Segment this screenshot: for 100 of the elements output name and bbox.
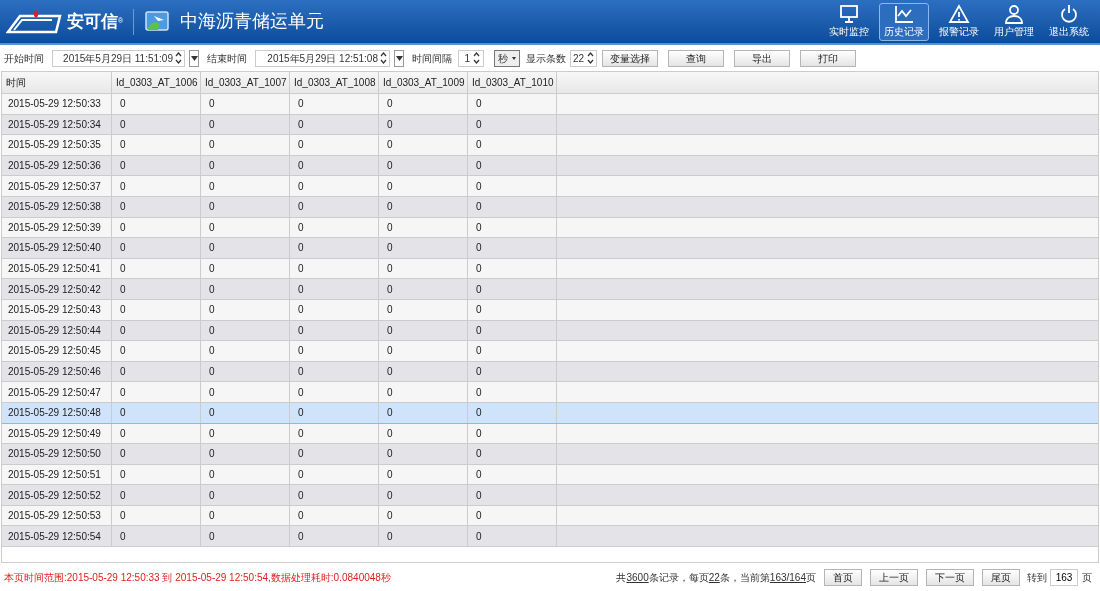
goto-label: 转到 [1027, 570, 1047, 585]
table-cell: 0 [379, 320, 468, 341]
table-cell: 0 [112, 155, 201, 176]
toolbar-button[interactable]: 查询 [668, 49, 725, 67]
pager-button[interactable]: 下一页 [926, 568, 974, 586]
table-cell: 0 [290, 94, 379, 114]
monitor-icon [838, 4, 860, 24]
table-cell: 2015-05-29 12:50:36 [2, 155, 112, 176]
spinner-arrows-icon [175, 51, 182, 65]
table-cell: 0 [290, 464, 379, 485]
table-cell: 0 [379, 196, 468, 217]
table-cell: 0 [112, 361, 201, 382]
table-cell: 2015-05-29 12:50:39 [2, 217, 112, 238]
user-icon [1003, 4, 1025, 24]
caret-icon [190, 55, 198, 61]
table-cell: 0 [468, 94, 557, 114]
table-cell: 0 [201, 505, 290, 526]
column-header: Id_0303_AT_1007 [201, 72, 290, 93]
table-cell: 0 [201, 114, 290, 135]
table-cell: 0 [201, 176, 290, 196]
table-cell: 0 [379, 279, 468, 299]
table-cell: 0 [201, 238, 290, 258]
table-cell: 0 [290, 155, 379, 176]
table-cell: 0 [379, 402, 468, 423]
table-cell: 0 [201, 341, 290, 361]
table-cell: 0 [379, 135, 468, 155]
table-cell: 0 [112, 114, 201, 135]
table-cell: 0 [112, 382, 201, 402]
start-time-label: 开始时间 [4, 51, 44, 66]
table-cell: 0 [201, 382, 290, 402]
table-cell: 0 [290, 279, 379, 299]
table-cell: 0 [290, 526, 379, 547]
brand-name: 安可信$^{®}$ [67, 10, 124, 33]
table-cell: 0 [112, 526, 201, 547]
line-chart-icon [893, 4, 915, 24]
table-cell: 0 [468, 361, 557, 382]
toolbar-button[interactable]: 导出 [734, 49, 791, 67]
column-header: Id_0303_AT_1008 [290, 72, 379, 93]
table-cell: 0 [290, 505, 379, 526]
table-cell: 0 [379, 361, 468, 382]
table-cell: 0 [468, 176, 557, 196]
pager-button[interactable]: 上一页 [870, 568, 918, 586]
table-cell: 0 [201, 135, 290, 155]
pager-button[interactable]: 尾页 [982, 568, 1020, 586]
table-cell: 2015-05-29 12:50:47 [2, 382, 112, 402]
end-time-field[interactable]: 2015年5月29日 12:51:08 [255, 49, 390, 67]
pager-button[interactable]: 首页 [824, 568, 862, 586]
table-cell: 0 [468, 444, 557, 464]
unit-select[interactable]: 秒 [494, 49, 520, 67]
table-cell: 0 [468, 238, 557, 258]
table-cell: 0 [201, 464, 290, 485]
dropdown-button[interactable] [189, 49, 199, 67]
toolbar-button[interactable]: 打印 [800, 49, 857, 67]
table-cell: 2015-05-29 12:50:45 [2, 341, 112, 361]
table-cell: 0 [112, 196, 201, 217]
table-cell: 0 [468, 423, 557, 444]
table-cell: 0 [290, 485, 379, 505]
row-count-field[interactable]: 22 [570, 49, 598, 67]
goto-page-field[interactable]: 163 [1050, 568, 1078, 586]
table-cell: 2015-05-29 12:50:52 [2, 485, 112, 505]
nav-button[interactable]: 报警记录 [934, 2, 984, 41]
toolbar-button[interactable]: 变量选择 [602, 49, 659, 67]
table-cell: 0 [290, 299, 379, 320]
app-title: 中海沥青储运单元 [180, 10, 325, 33]
table-cell: 0 [468, 320, 557, 341]
table-cell: 2015-05-29 12:50:53 [2, 505, 112, 526]
table-cell: 0 [468, 114, 557, 135]
table-cell: 0 [468, 135, 557, 155]
table-cell: 0 [290, 361, 379, 382]
start-time-field[interactable]: 2015年5月29日 11:51:09 [52, 49, 185, 67]
interval-field[interactable]: 1 [458, 49, 484, 67]
page-suffix: 页 [1082, 570, 1092, 585]
table-cell: 2015-05-29 12:50:40 [2, 238, 112, 258]
column-header: Id_0303_AT_1010 [468, 72, 557, 93]
table-cell: 0 [112, 176, 201, 196]
nav-button[interactable]: 实时监控 [824, 2, 874, 41]
table-cell: 0 [468, 485, 557, 505]
table-cell: 0 [379, 444, 468, 464]
table-cell: 0 [201, 94, 290, 114]
table-cell: 0 [379, 423, 468, 444]
table-cell: 2015-05-29 12:50:50 [2, 444, 112, 464]
table-cell: 0 [379, 299, 468, 320]
table-cell: 0 [112, 258, 201, 279]
nav-button[interactable]: 用户管理 [989, 2, 1039, 41]
table-cell: 0 [201, 402, 290, 423]
table-cell: 0 [379, 526, 468, 547]
spinner-arrows-icon [380, 51, 387, 65]
page-summary: 共3600条记录，每页22条，当前第163/164页 [616, 570, 816, 585]
table-cell: 0 [112, 135, 201, 155]
table-cell: 0 [379, 238, 468, 258]
nav-button[interactable]: 退出系统 [1044, 2, 1094, 41]
table-cell: 0 [201, 485, 290, 505]
table-cell: 0 [290, 258, 379, 279]
nav-button[interactable]: 历史记录 [879, 2, 929, 41]
table-cell: 0 [290, 238, 379, 258]
interval-label: 时间间隔 [412, 51, 452, 66]
table-cell: 0 [290, 114, 379, 135]
table-cell: 0 [468, 279, 557, 299]
table-cell: 2015-05-29 12:50:35 [2, 135, 112, 155]
dropdown-button[interactable] [394, 49, 404, 67]
